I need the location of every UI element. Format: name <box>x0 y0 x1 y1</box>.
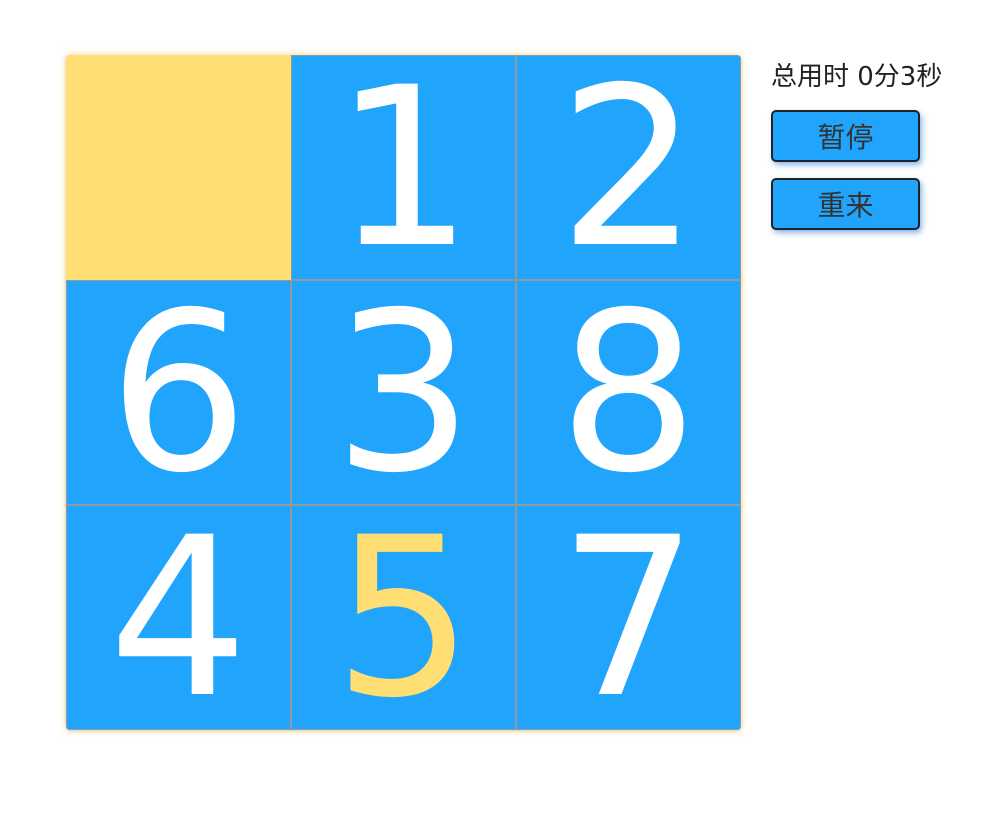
tile-3[interactable]: 3 <box>291 280 516 505</box>
tile-1[interactable]: 1 <box>291 55 516 280</box>
elapsed-time: 总用时 0分3秒 <box>771 62 943 92</box>
control-panel: 总用时 0分3秒 暂停 重来 <box>771 58 942 230</box>
tile-4[interactable]: 4 <box>66 505 291 730</box>
restart-button[interactable]: 重来 <box>771 178 920 230</box>
puzzle-board: 1 2 6 3 8 4 5 7 <box>66 55 741 730</box>
pause-button[interactable]: 暂停 <box>771 110 920 162</box>
tile-5[interactable]: 5 <box>291 505 516 730</box>
tile-7[interactable]: 7 <box>516 505 741 730</box>
tile-2[interactable]: 2 <box>516 55 741 280</box>
empty-tile[interactable] <box>66 55 291 280</box>
tile-6[interactable]: 6 <box>66 280 291 505</box>
tile-8[interactable]: 8 <box>516 280 741 505</box>
